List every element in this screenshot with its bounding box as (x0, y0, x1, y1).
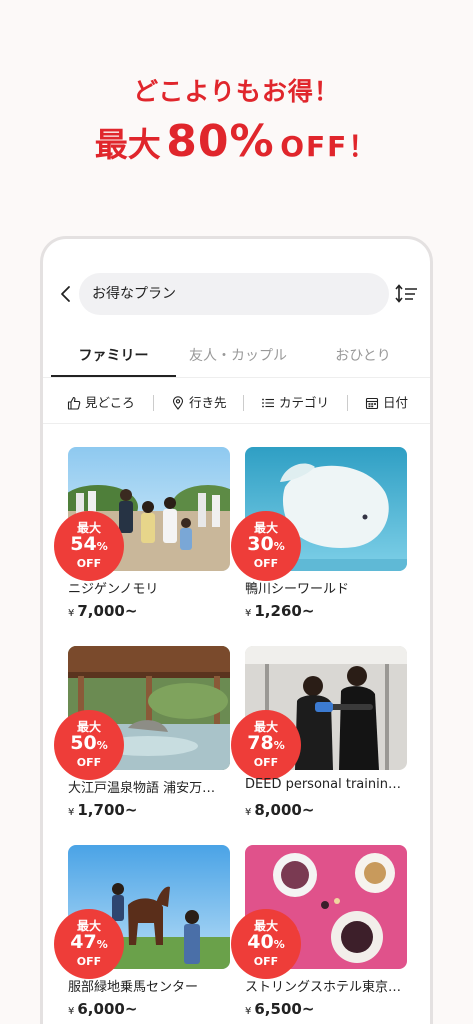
back-chevron-icon[interactable] (56, 283, 76, 305)
badge-percent: 47% (70, 931, 108, 953)
badge-percent: 78% (247, 732, 285, 754)
badge-percent: 50% (70, 732, 108, 754)
divider (43, 423, 430, 424)
filter-label: 見どころ (85, 395, 135, 410)
discount-badge: 最大 47% OFF (54, 909, 124, 979)
discount-badge: 最大 30% OFF (231, 511, 301, 581)
promo-headline: 最大 80% OFF！ (0, 116, 473, 167)
location-pin-icon (172, 396, 184, 410)
badge-off-label: OFF (253, 557, 279, 570)
tab-friends-couple[interactable]: 友人・カップル (178, 339, 298, 379)
promo-prefix: 最大 (94, 125, 161, 164)
filter-bar: 見どころ 行き先 カテゴリ 日付 (43, 389, 430, 417)
plan-title: ニジゲンノモリ (68, 582, 159, 597)
discount-badge: 最大 40% OFF (231, 909, 301, 979)
promo-subtitle: どこよりもお得！ (133, 77, 340, 106)
badge-off-label: OFF (76, 756, 102, 769)
filter-date[interactable]: 日付 (365, 389, 408, 417)
plan-price: ¥6,000~ (68, 1000, 138, 1018)
plan-price: ¥8,000~ (245, 801, 315, 819)
badge-off-label: OFF (76, 557, 102, 570)
plan-price: ¥1,260~ (245, 602, 315, 620)
tab-solo[interactable]: おひとり (301, 339, 425, 379)
filter-label: カテゴリ (279, 395, 330, 410)
tab-family[interactable]: ファミリー (51, 339, 176, 379)
filter-destination[interactable]: 行き先 (171, 389, 227, 417)
plan-price: ¥1,700~ (68, 801, 138, 819)
plan-title: DEED personal trainin… (245, 777, 401, 792)
filter-label: 行き先 (189, 395, 227, 410)
badge-percent: 30% (247, 533, 285, 555)
divider (347, 395, 348, 411)
category-tabs: ファミリー 友人・カップル おひとり (43, 339, 430, 379)
plan-title: 服部緑地乗馬センター (68, 980, 199, 995)
filter-label: 日付 (383, 395, 409, 410)
divider (153, 395, 154, 411)
filter-category[interactable]: カテゴリ (261, 389, 329, 417)
plan-price: ¥7,000~ (68, 602, 138, 620)
plan-title: 鴨川シーワールド (245, 582, 350, 597)
thumbs-up-icon (67, 396, 81, 410)
plan-title: 大江戸温泉物語 浦安万… (68, 781, 216, 796)
badge-percent: 40% (247, 931, 285, 953)
plan-price: ¥6,500~ (245, 1000, 315, 1018)
discount-badge: 最大 50% OFF (54, 710, 124, 780)
phone-frame: お得なプラン ファミリー 友人・カップル おひとり 見どころ 行き先 カテゴリ … (40, 236, 433, 1024)
discount-badge: 最大 78% OFF (231, 710, 301, 780)
divider (243, 395, 244, 411)
promo-number: 80% (166, 116, 275, 167)
plan-title: ストリングスホテル東京… (245, 980, 402, 995)
badge-off-label: OFF (253, 756, 279, 769)
discount-badge: 最大 54% OFF (54, 511, 124, 581)
divider (43, 377, 430, 378)
filter-highlights[interactable]: 見どころ (67, 389, 135, 417)
search-input[interactable]: お得なプラン (79, 273, 389, 315)
badge-off-label: OFF (76, 955, 102, 968)
badge-percent: 54% (70, 533, 108, 555)
sort-icon[interactable] (395, 283, 419, 305)
calendar-icon (365, 397, 379, 410)
promo-suffix: OFF！ (280, 130, 379, 163)
badge-off-label: OFF (253, 955, 279, 968)
list-icon (262, 398, 274, 408)
